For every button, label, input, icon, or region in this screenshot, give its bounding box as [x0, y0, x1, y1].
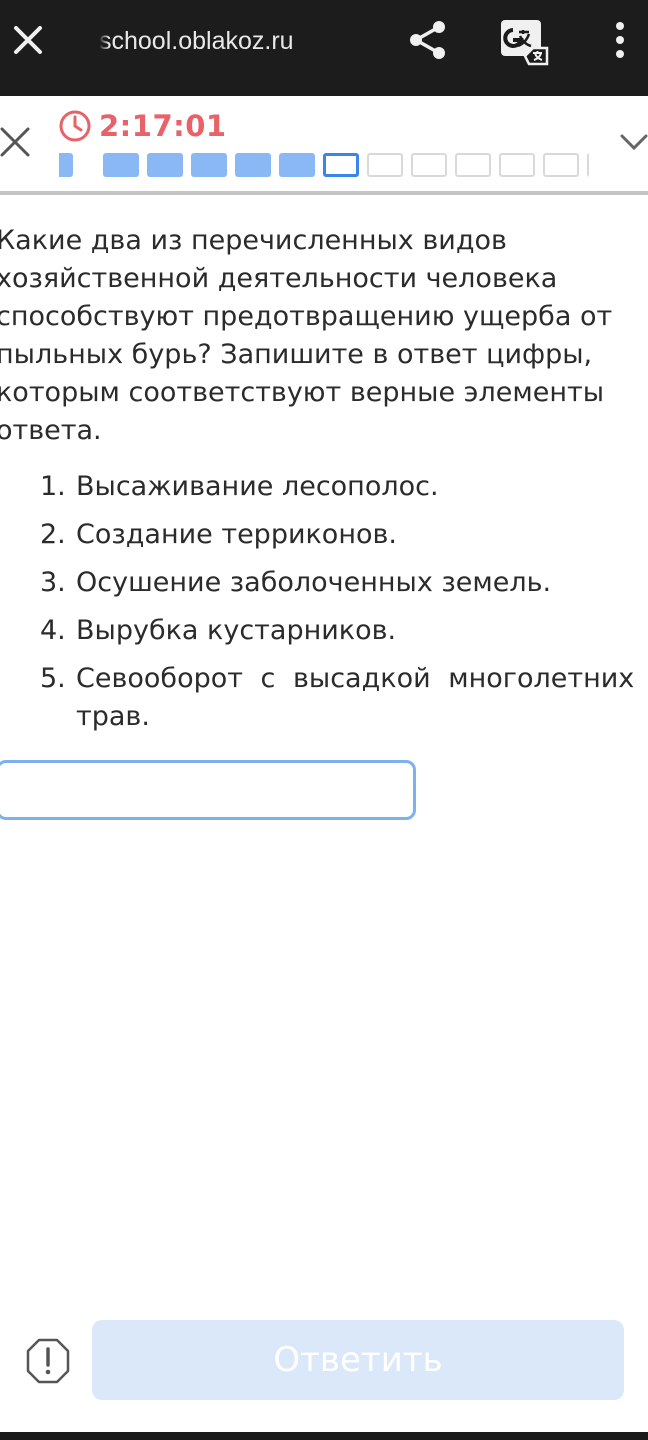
- question-line: Какие два из перечисленных видов: [0, 225, 507, 256]
- browser-toolbar: school.oblakoz.ru: [0, 0, 648, 96]
- progress-segment[interactable]: [103, 153, 139, 177]
- option-number: 5.: [40, 663, 66, 694]
- translate-icon[interactable]: [499, 16, 549, 66]
- url-fade: [99, 24, 109, 58]
- progress-segment[interactable]: [367, 153, 403, 177]
- progress-segment[interactable]: [323, 153, 359, 177]
- progress-segment[interactable]: [411, 153, 447, 177]
- close-quiz-icon[interactable]: [0, 127, 30, 157]
- question-progress: [59, 153, 589, 177]
- list-item: 3. Осушение заболоченных земель.: [0, 564, 648, 602]
- progress-segment[interactable]: [235, 153, 271, 177]
- list-item: 2. Создание терриконов.: [0, 516, 648, 554]
- option-number: 2.: [40, 519, 66, 550]
- option-text: Вырубка кустарников.: [76, 615, 397, 646]
- option-number: 1.: [40, 471, 66, 502]
- progress-segment[interactable]: [543, 153, 579, 177]
- answer-input[interactable]: [0, 760, 416, 820]
- question-line: ответа.: [0, 415, 102, 446]
- clock-icon: [59, 110, 91, 142]
- question-line: хозяйственной деятельности человека: [0, 263, 558, 294]
- timer-text: 2:17:01: [99, 109, 227, 143]
- option-number: 3.: [40, 567, 66, 598]
- option-text: Севооборот с высадкой многолетних трав.: [76, 663, 635, 732]
- option-text: Осушение заболоченных земель.: [76, 567, 552, 598]
- progress-segment[interactable]: [455, 153, 491, 177]
- answer-options-list: 1. Высаживание лесополос. 2. Создание те…: [0, 468, 648, 736]
- progress-segment[interactable]: [147, 153, 183, 177]
- list-item: 1. Высаживание лесополос.: [0, 468, 648, 506]
- quiz-header: 2:17:01: [0, 96, 648, 194]
- option-text: Создание терриконов.: [76, 519, 397, 550]
- progress-segment[interactable]: [59, 153, 73, 177]
- more-vertical-icon[interactable]: [607, 20, 633, 60]
- question-text: Какие два из перечисленных видов хозяйст…: [0, 222, 648, 450]
- alert-octagon-icon[interactable]: [25, 1337, 71, 1385]
- question-line: способствуют предотвращению ущерба от: [0, 301, 613, 332]
- system-nav-strip: [0, 1432, 648, 1440]
- timer: 2:17:01: [58, 108, 227, 144]
- option-number: 4.: [40, 615, 66, 646]
- chevron-down-icon[interactable]: [620, 132, 648, 152]
- option-text: Высаживание лесополос.: [76, 471, 439, 502]
- progress-segment[interactable]: [191, 153, 227, 177]
- list-item: 5. Севооборот с высадкой многолетних тра…: [0, 660, 648, 736]
- share-icon[interactable]: [408, 19, 448, 61]
- progress-segment[interactable]: [499, 153, 535, 177]
- progress-segment[interactable]: [587, 153, 589, 177]
- url-text[interactable]: school.oblakoz.ru: [99, 24, 339, 58]
- progress-segment[interactable]: [279, 153, 315, 177]
- submit-answer-button[interactable]: Ответить: [92, 1320, 624, 1400]
- close-icon[interactable]: [10, 22, 46, 58]
- question-line: пыльных бурь? Запишите в ответ цифры,: [0, 339, 593, 370]
- question-line: которым соответствуют верные элементы: [0, 377, 605, 408]
- list-item: 4. Вырубка кустарников.: [0, 612, 648, 650]
- header-divider: [0, 191, 648, 195]
